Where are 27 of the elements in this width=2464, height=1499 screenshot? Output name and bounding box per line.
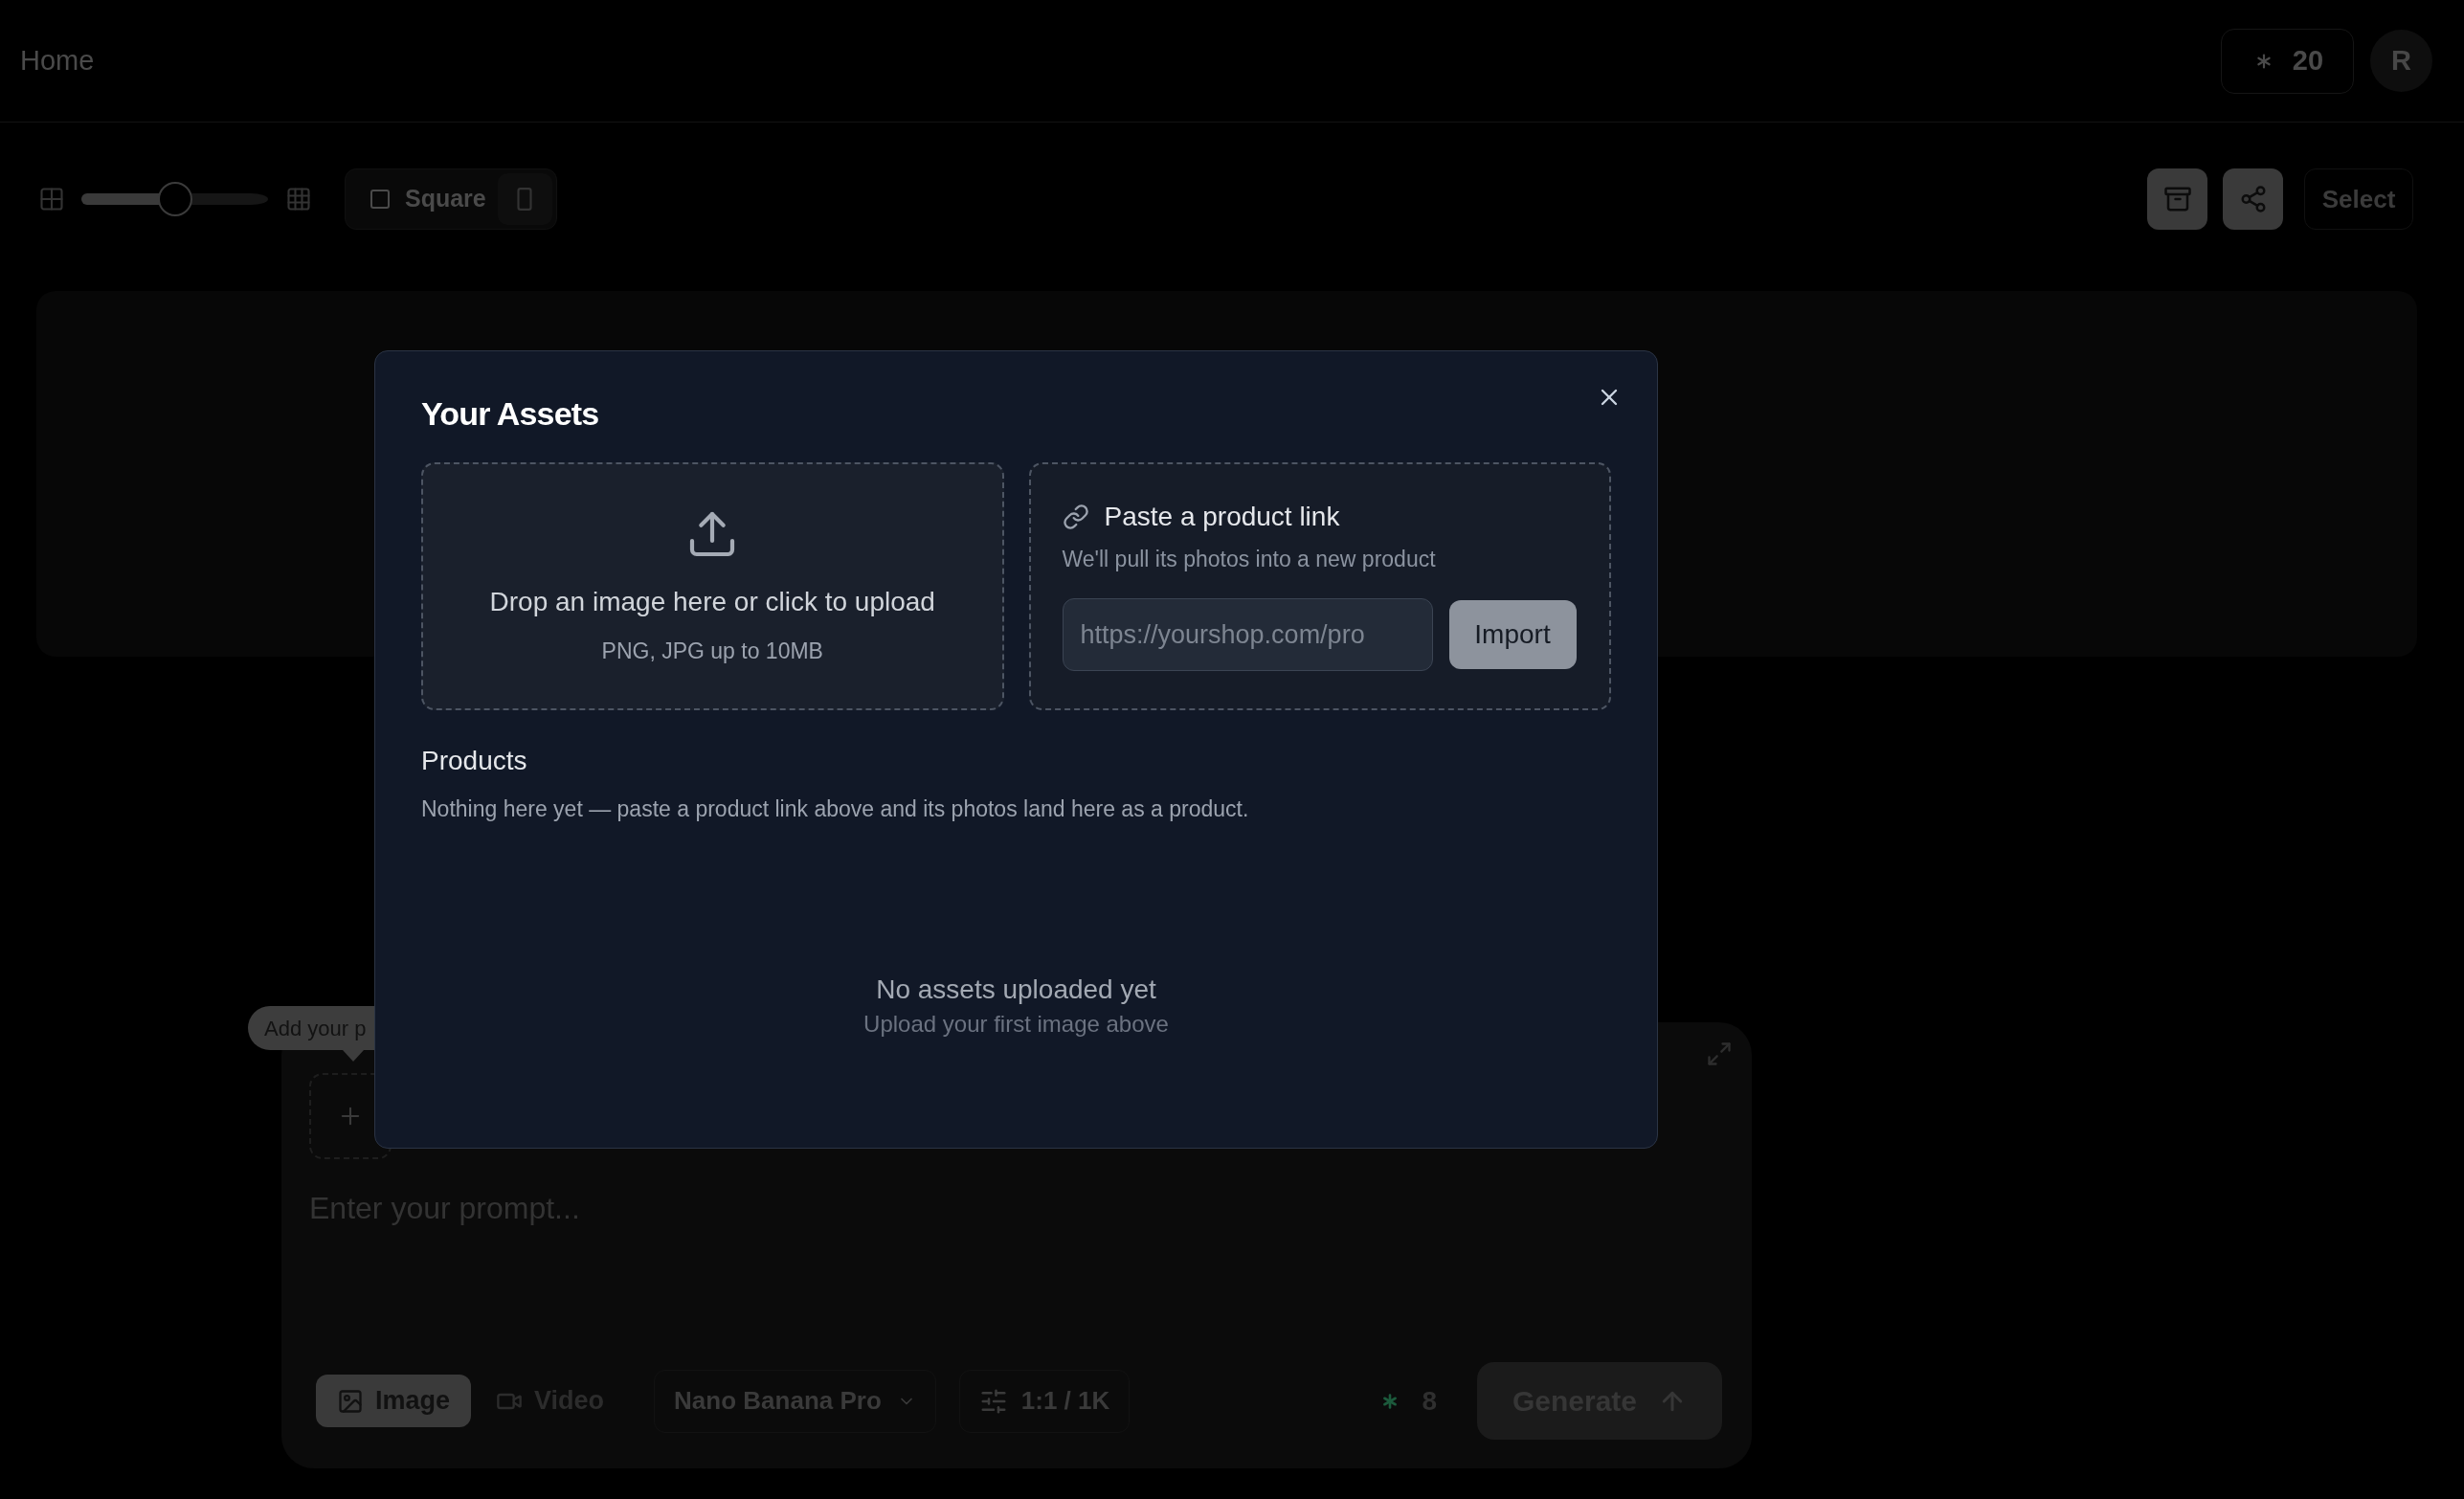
archive-icon: [2162, 185, 2192, 213]
products-heading: Products: [421, 745, 527, 777]
upload-instructions: Drop an image here or click to upload: [489, 586, 935, 618]
product-url-input[interactable]: https://yourshop.com/pro: [1062, 598, 1433, 671]
square-icon: [369, 188, 392, 211]
expand-icon[interactable]: [1706, 1040, 1733, 1067]
page-title: Home: [20, 43, 95, 78]
share-button[interactable]: [2223, 168, 2283, 230]
products-empty-text: Nothing here yet — paste a product link above and its photos land here as a product.: [421, 795, 1249, 822]
dialog-title: Your Assets: [421, 394, 599, 434]
aspect-button[interactable]: Square: [349, 173, 498, 225]
nine-square-grid-icon[interactable]: [285, 186, 312, 213]
empty-state-title: No assets uploaded yet: [876, 973, 1156, 1006]
select-button[interactable]: Select: [2304, 168, 2413, 230]
archive-button[interactable]: [2147, 168, 2207, 230]
upload-hint: PNG, JPG up to 10MB: [601, 638, 823, 664]
four-square-grid-icon[interactable]: [38, 186, 65, 213]
link-icon: [1062, 503, 1089, 530]
link-import-subtitle: We'll pull its photos into a new product: [1062, 546, 1436, 572]
image-icon: [337, 1387, 364, 1415]
slider-thumb[interactable]: [157, 182, 192, 216]
portrait-button[interactable]: [497, 173, 552, 225]
link-import-title: Paste a product link: [1104, 501, 1340, 533]
credits-button[interactable]: 20: [2221, 28, 2354, 94]
avatar-button[interactable]: R: [2370, 30, 2432, 92]
import-button[interactable]: Import: [1448, 600, 1577, 669]
upload-dropzone[interactable]: Drop an image here or click to upload PNG, JPG up to 10MB: [421, 462, 1004, 710]
